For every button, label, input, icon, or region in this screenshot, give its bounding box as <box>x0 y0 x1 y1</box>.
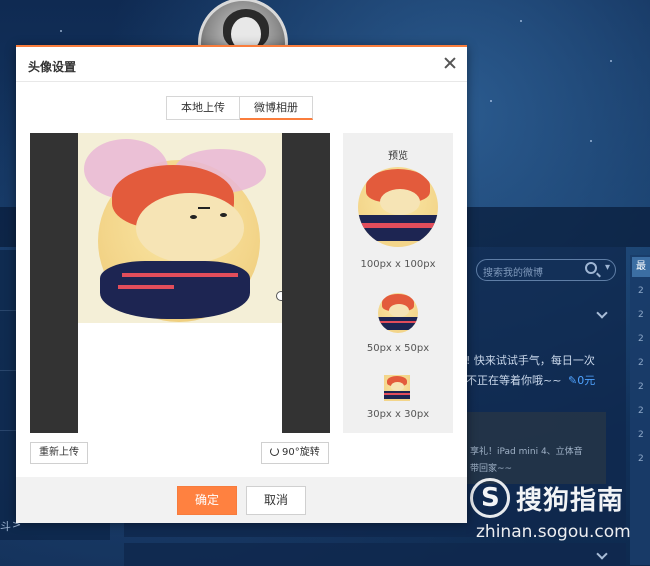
chevron-down-icon[interactable]: ▾ <box>605 262 610 273</box>
preview-stripe <box>358 223 438 228</box>
preview-large <box>358 167 438 247</box>
preview-panel: 预览 100px x 100px 50px x 50px 30px x 30px <box>343 133 453 433</box>
rotate-button[interactable]: 90°旋转 <box>261 442 329 464</box>
watermark-url: zhinan.sogou.com <box>476 522 631 542</box>
rotate-icon <box>270 447 279 456</box>
preview-size-label: 30px x 30px <box>366 409 430 420</box>
star-decoration <box>520 20 522 22</box>
edge-number: 2 <box>638 334 644 344</box>
search-input[interactable]: 搜索我的微博 ▾ <box>476 259 616 281</box>
star-decoration <box>610 60 612 62</box>
cartoon-brow <box>198 207 210 209</box>
preview-medium <box>378 293 418 333</box>
upload-source-tabs: 本地上传 微博相册 <box>166 96 313 120</box>
star-decoration <box>590 140 592 142</box>
pen-icon: ✎ <box>568 374 578 387</box>
feed-text: ! 快来试试手气，每日一次 <box>466 354 595 367</box>
preview-size-label: 100px x 100px <box>360 259 436 270</box>
edge-number: 2 <box>638 310 644 320</box>
edge-number: 2 <box>638 406 644 416</box>
feed-item <box>124 543 626 566</box>
edge-number: 2 <box>638 430 644 440</box>
promo-text: 带回家~~ <box>470 464 513 474</box>
cartoon-face <box>136 193 244 263</box>
watermark-title: 搜狗指南 <box>516 486 625 516</box>
preview-shirt <box>358 215 438 241</box>
crop-canvas[interactable] <box>30 133 330 433</box>
rotate-label: 90°旋转 <box>282 447 320 458</box>
close-icon[interactable] <box>443 56 457 70</box>
preview-face <box>380 189 421 215</box>
price-text: 0元 <box>577 374 596 387</box>
promo-text: 享礼！iPad mini 4、立体音 <box>470 447 583 457</box>
preview-stripe <box>384 393 410 395</box>
tab-weibo-album[interactable]: 微博相册 <box>240 96 313 120</box>
edge-number: 2 <box>638 454 644 464</box>
preview-face <box>391 382 405 391</box>
edge-number: 2 <box>638 286 644 296</box>
cartoon-stripe <box>118 285 174 289</box>
dialog-title: 头像设置 <box>28 60 77 74</box>
cartoon-shirt <box>100 261 250 319</box>
confirm-button[interactable]: 确定 <box>177 486 237 515</box>
resize-handle[interactable] <box>276 291 282 301</box>
preview-shirt <box>384 390 410 399</box>
tab-edge[interactable]: 最 <box>632 257 650 277</box>
edge-number: 2 <box>638 358 644 368</box>
search-icon[interactable] <box>585 262 597 274</box>
cancel-button[interactable]: 取消 <box>246 486 306 515</box>
preview-face <box>389 304 410 317</box>
reupload-button[interactable]: 重新上传 <box>30 442 88 464</box>
dialog-divider <box>16 81 467 82</box>
cartoon-eye <box>220 213 227 217</box>
edge-number: 2 <box>638 382 644 392</box>
sidebar-label: 斗 <box>0 520 11 533</box>
source-image <box>78 133 282 433</box>
star-decoration <box>490 100 492 102</box>
preview-small <box>384 375 410 401</box>
tab-local-upload[interactable]: 本地上传 <box>166 96 240 120</box>
dialog-footer: 确定 取消 <box>16 477 467 523</box>
preview-title: 预览 <box>388 151 408 162</box>
preview-size-label: 50px x 50px <box>366 343 430 354</box>
sogou-logo-icon: S <box>470 478 510 518</box>
cartoon-stripe <box>122 273 238 277</box>
preview-shirt <box>378 317 418 330</box>
search-placeholder: 搜索我的微博 <box>483 268 543 279</box>
price-link[interactable]: ✎0元 <box>568 372 595 388</box>
feed-text: 不正在等着你哦~~ <box>466 374 562 387</box>
preview-stripe <box>378 321 418 324</box>
avatar-settings-dialog: 头像设置 本地上传 微博相册 预览 100px x 100px 50px x 5… <box>16 45 467 523</box>
cartoon-eye <box>190 215 197 219</box>
star-decoration <box>60 30 62 32</box>
